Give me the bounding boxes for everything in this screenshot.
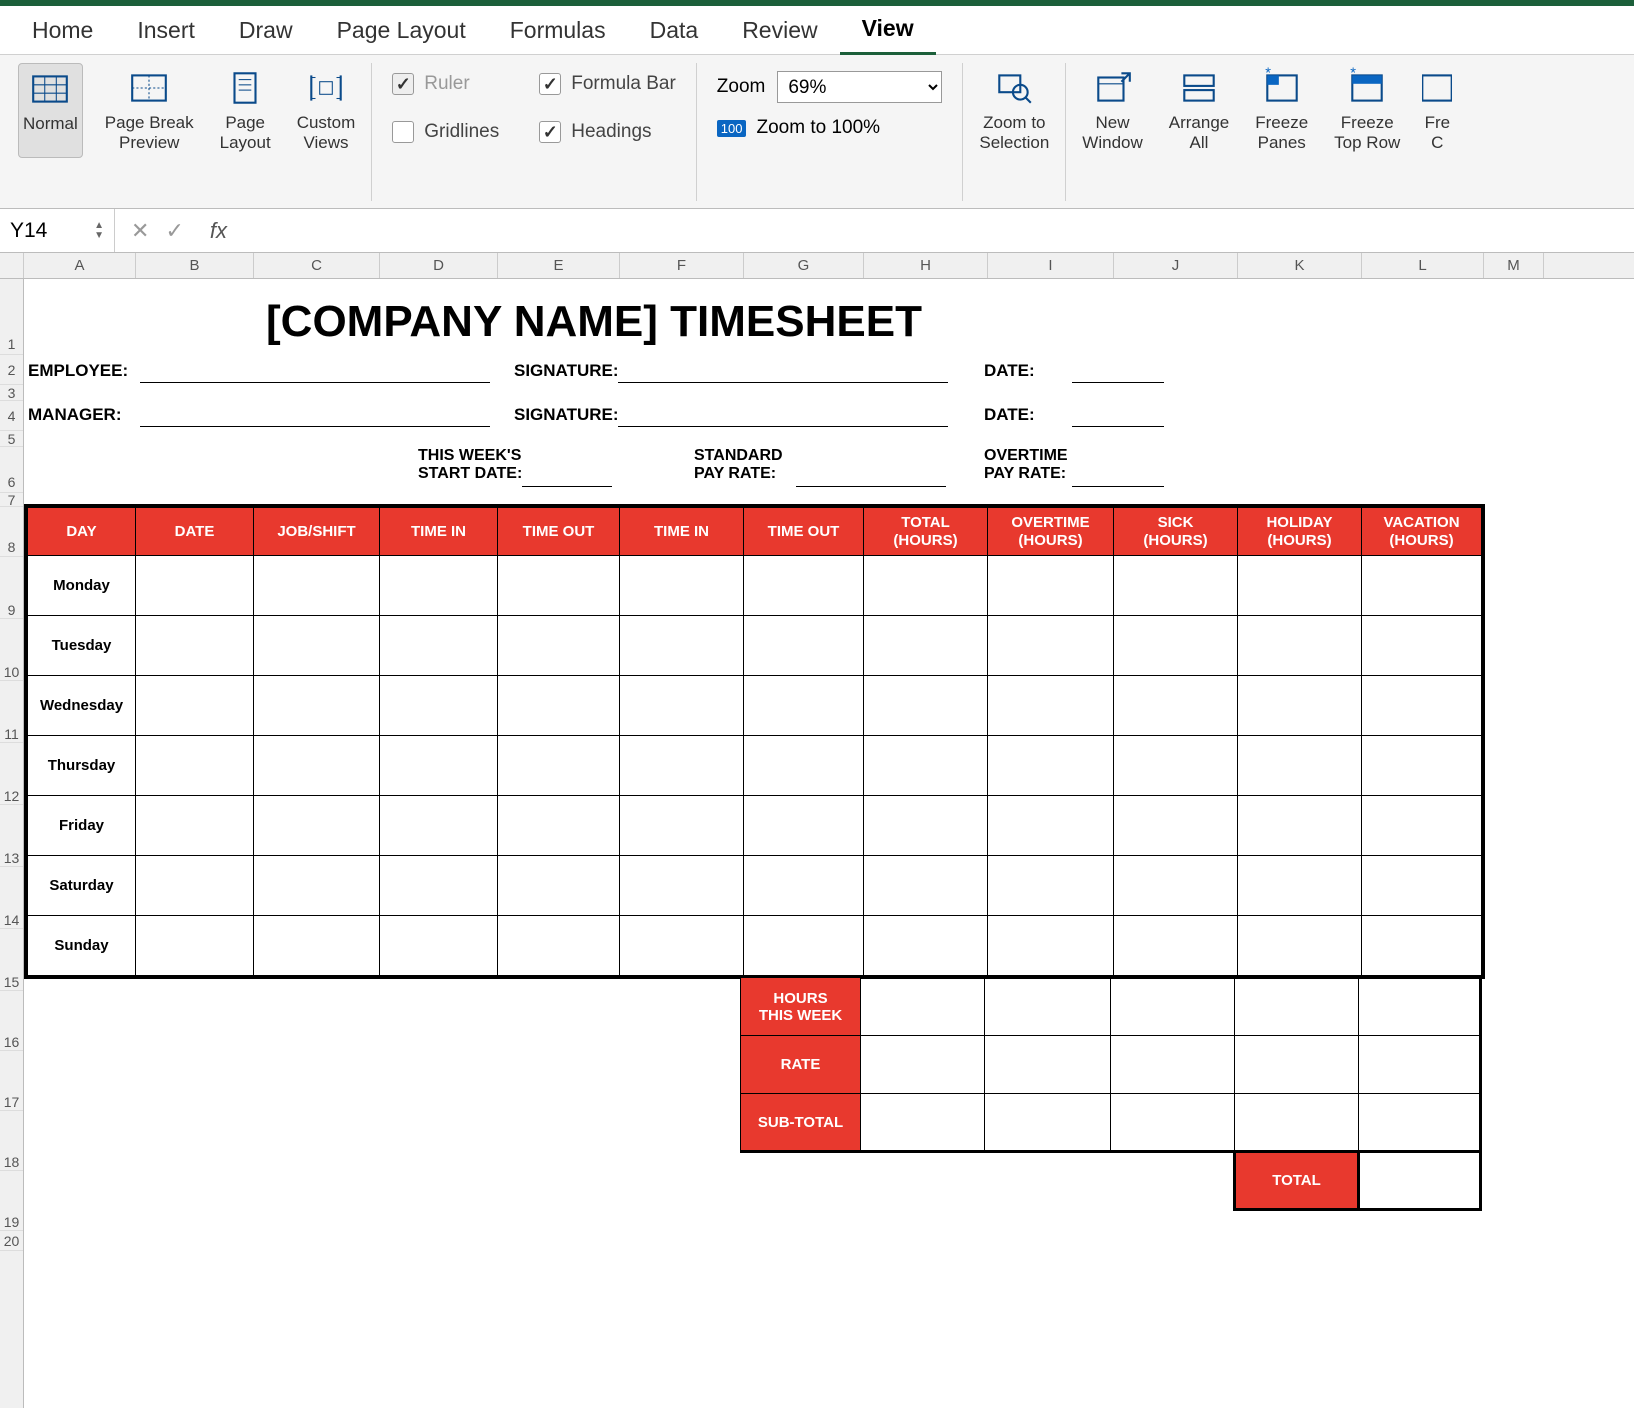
- magnifier-icon: [993, 67, 1035, 109]
- start-date-label: THIS WEEK'S START DATE:: [418, 447, 522, 483]
- table-row[interactable]: Sunday: [28, 916, 1482, 976]
- freeze-panes-icon: *: [1261, 67, 1303, 109]
- gridlines-checkbox[interactable]: Gridlines: [392, 121, 499, 143]
- enter-icon[interactable]: ✓: [165, 218, 183, 244]
- menu-home[interactable]: Home: [10, 7, 115, 54]
- select-all-corner[interactable]: [0, 253, 24, 278]
- sheet-title: [COMPANY NAME] TIMESHEET: [24, 297, 1164, 347]
- std-rate-label: STANDARD PAY RATE:: [694, 447, 783, 483]
- page-layout-button[interactable]: Page Layout: [216, 63, 275, 158]
- zoom-to-selection-button[interactable]: Zoom to Selection: [975, 63, 1053, 158]
- table-row[interactable]: Friday: [28, 796, 1482, 856]
- table-row[interactable]: Wednesday: [28, 676, 1482, 736]
- signature-label: SIGNATURE:: [514, 361, 619, 381]
- arrange-all-button[interactable]: Arrange All: [1165, 63, 1233, 158]
- signature2-label: SIGNATURE:: [514, 405, 619, 425]
- employee-label: EMPLOYEE:: [28, 361, 128, 381]
- ruler-checkbox: Ruler: [392, 73, 499, 95]
- name-box[interactable]: Y14 ▲▼: [0, 209, 115, 252]
- menu-insert[interactable]: Insert: [115, 7, 217, 54]
- ot-rate-label: OVERTIME PAY RATE:: [984, 447, 1068, 483]
- page-break-icon: [128, 67, 170, 109]
- arrange-icon: [1178, 67, 1220, 109]
- row-headers[interactable]: 1 2 3 4 5 6 7 8 9 10 11 12 13 14 15 16 1…: [0, 279, 24, 1408]
- freeze-column-button[interactable]: Fre C: [1422, 63, 1452, 158]
- manager-label: MANAGER:: [28, 405, 122, 425]
- freeze-col-icon: [1422, 67, 1452, 109]
- fx-icon[interactable]: fx: [200, 218, 237, 244]
- spinner-icon[interactable]: ▲▼: [94, 221, 104, 241]
- menu-draw[interactable]: Draw: [217, 7, 315, 54]
- headings-checkbox[interactable]: Headings: [539, 121, 676, 143]
- custom-views-icon: [305, 67, 347, 109]
- freeze-top-row-button[interactable]: * Freeze Top Row: [1330, 63, 1404, 158]
- formula-input[interactable]: [237, 209, 1634, 252]
- page-icon: [224, 67, 266, 109]
- date-label: DATE:: [984, 361, 1035, 381]
- timesheet-table[interactable]: DAY DATE JOB/SHIFT TIME IN TIME OUT TIME…: [24, 504, 1485, 979]
- spreadsheet-area[interactable]: [COMPANY NAME] TIMESHEET EMPLOYEE: SIGNA…: [24, 279, 1634, 1408]
- new-window-button[interactable]: New Window: [1078, 63, 1146, 158]
- cancel-icon[interactable]: ✕: [131, 218, 149, 244]
- menu-view[interactable]: View: [840, 5, 936, 55]
- date2-label: DATE:: [984, 405, 1035, 425]
- grid-icon: [29, 68, 71, 110]
- svg-text:*: *: [1265, 67, 1271, 82]
- menu-review[interactable]: Review: [720, 7, 839, 54]
- zoom-100-button[interactable]: 100Zoom to 100%: [717, 117, 943, 139]
- formula-bar: Y14 ▲▼ ✕ ✓ fx: [0, 209, 1634, 253]
- table-row[interactable]: Monday: [28, 556, 1482, 616]
- table-header-row: DAY DATE JOB/SHIFT TIME IN TIME OUT TIME…: [28, 508, 1482, 556]
- menu-data[interactable]: Data: [628, 7, 721, 54]
- column-headers[interactable]: A B C D E F G H I J K L M: [0, 253, 1634, 279]
- new-window-icon: [1092, 67, 1134, 109]
- menu-formulas[interactable]: Formulas: [488, 7, 628, 54]
- menu-page-layout[interactable]: Page Layout: [315, 7, 488, 54]
- table-row[interactable]: Saturday: [28, 856, 1482, 916]
- freeze-panes-button[interactable]: * Freeze Panes: [1251, 63, 1312, 158]
- ribbon: Normal Page Break Preview Page Layout Cu…: [0, 54, 1634, 209]
- zoom-select[interactable]: 69%: [777, 71, 942, 103]
- svg-text:*: *: [1350, 67, 1356, 82]
- table-row[interactable]: Thursday: [28, 736, 1482, 796]
- summary-table[interactable]: HOURS THIS WEEK RATE SUB-TOTAL TOTAL: [740, 977, 1482, 1211]
- table-row[interactable]: Tuesday: [28, 616, 1482, 676]
- zoom-label: Zoom: [717, 76, 766, 98]
- custom-views-button[interactable]: Custom Views: [293, 63, 360, 158]
- menu-bar: Home Insert Draw Page Layout Formulas Da…: [0, 6, 1634, 54]
- formula-bar-checkbox[interactable]: Formula Bar: [539, 73, 676, 95]
- normal-view-button[interactable]: Normal: [18, 63, 83, 158]
- page-break-preview-button[interactable]: Page Break Preview: [101, 63, 198, 158]
- freeze-row-icon: *: [1346, 67, 1388, 109]
